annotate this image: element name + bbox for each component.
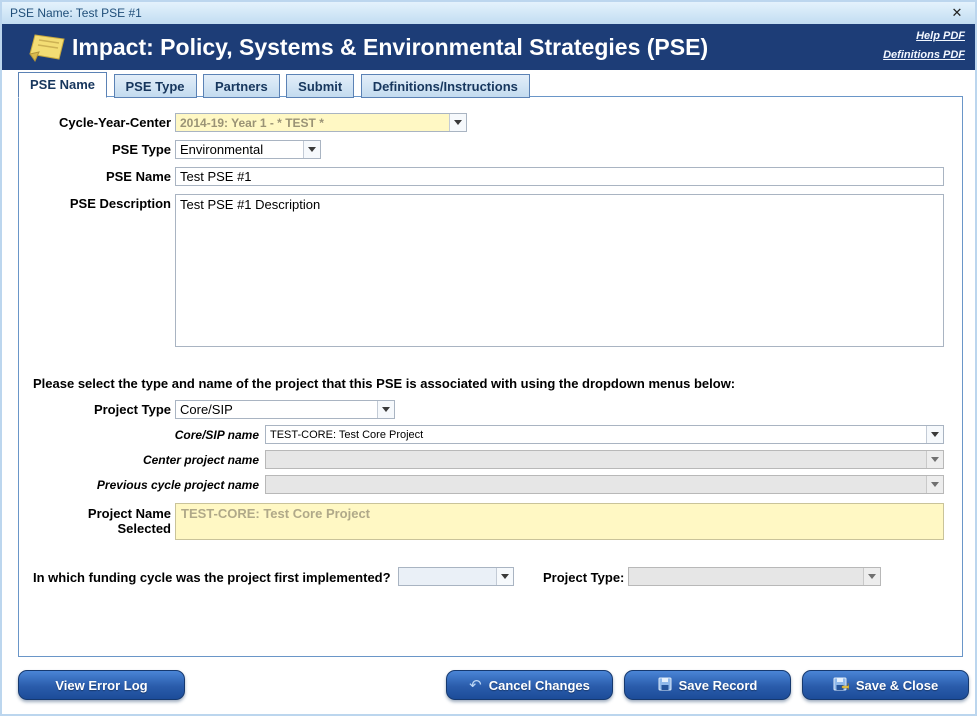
chevron-down-icon bbox=[926, 426, 943, 443]
funding-cycle-question: In which funding cycle was the project f… bbox=[33, 570, 391, 585]
cancel-changes-button[interactable]: ↶ Cancel Changes bbox=[446, 670, 613, 700]
chevron-down-icon bbox=[377, 401, 394, 418]
center-project-name-label: Center project name bbox=[19, 453, 259, 467]
previous-cycle-project-name-dropdown[interactable] bbox=[265, 475, 944, 494]
project-association-instruction: Please select the type and name of the p… bbox=[33, 376, 735, 391]
save-disk-icon bbox=[658, 677, 672, 694]
titlebar: PSE Name: Test PSE #1 ✕ bbox=[2, 2, 975, 24]
funding-cycle-dropdown[interactable] bbox=[398, 567, 514, 586]
pse-name-input[interactable] bbox=[175, 167, 944, 186]
project-type-dropdown[interactable]: Core/SIP bbox=[175, 400, 395, 419]
tab-definitions-instructions[interactable]: Definitions/Instructions bbox=[361, 74, 530, 98]
app-window: PSE Name: Test PSE #1 ✕ Impact: Policy, … bbox=[0, 0, 977, 716]
note-icon bbox=[28, 32, 66, 67]
pse-type-dropdown[interactable]: Environmental bbox=[175, 140, 321, 159]
pse-description-textarea[interactable]: Test PSE #1 Description bbox=[175, 194, 944, 347]
project-type-bottom-label: Project Type: bbox=[543, 570, 624, 585]
project-type-label: Project Type bbox=[19, 402, 171, 417]
chevron-down-icon bbox=[926, 451, 943, 468]
core-sip-name-label: Core/SIP name bbox=[19, 428, 259, 442]
save-close-disk-icon bbox=[833, 677, 849, 694]
tab-submit[interactable]: Submit bbox=[286, 74, 354, 98]
window-title: PSE Name: Test PSE #1 bbox=[10, 6, 142, 20]
chevron-down-icon bbox=[449, 114, 466, 131]
undo-icon: ↶ bbox=[469, 676, 482, 694]
center-project-name-dropdown[interactable] bbox=[265, 450, 944, 469]
close-icon[interactable]: ✕ bbox=[947, 4, 967, 22]
tab-pse-name[interactable]: PSE Name bbox=[18, 72, 107, 98]
pse-type-label: PSE Type bbox=[19, 142, 171, 157]
tab-partners[interactable]: Partners bbox=[203, 74, 280, 98]
form-panel: Cycle-Year-Center 2014-19: Year 1 - * TE… bbox=[18, 96, 963, 657]
pse-description-label: PSE Description bbox=[19, 196, 171, 211]
tab-bar: PSE Name PSE Type Partners Submit Defini… bbox=[18, 72, 532, 97]
previous-cycle-project-name-label: Previous cycle project name bbox=[19, 478, 259, 492]
cycle-year-center-dropdown[interactable]: 2014-19: Year 1 - * TEST * bbox=[175, 113, 467, 132]
project-name-selected-label: Project Name Selected bbox=[19, 506, 171, 536]
chevron-down-icon bbox=[863, 568, 880, 585]
chevron-down-icon bbox=[926, 476, 943, 493]
project-type-bottom-dropdown[interactable] bbox=[628, 567, 881, 586]
chevron-down-icon bbox=[303, 141, 320, 158]
project-name-selected-value: TEST-CORE: Test Core Project bbox=[175, 503, 944, 540]
tab-pse-type[interactable]: PSE Type bbox=[114, 74, 197, 98]
core-sip-name-dropdown[interactable]: TEST-CORE: Test Core Project bbox=[265, 425, 944, 444]
save-and-close-button[interactable]: Save & Close bbox=[802, 670, 969, 700]
cycle-year-center-label: Cycle-Year-Center bbox=[19, 115, 171, 130]
help-pdf-link[interactable]: Help PDF bbox=[916, 30, 965, 42]
save-record-button[interactable]: Save Record bbox=[624, 670, 791, 700]
definitions-pdf-link[interactable]: Definitions PDF bbox=[883, 49, 965, 61]
header-banner: Impact: Policy, Systems & Environmental … bbox=[2, 24, 975, 70]
chevron-down-icon bbox=[496, 568, 513, 585]
view-error-log-button[interactable]: View Error Log bbox=[18, 670, 185, 700]
pse-name-label: PSE Name bbox=[19, 169, 171, 184]
page-title: Impact: Policy, Systems & Environmental … bbox=[72, 24, 708, 70]
